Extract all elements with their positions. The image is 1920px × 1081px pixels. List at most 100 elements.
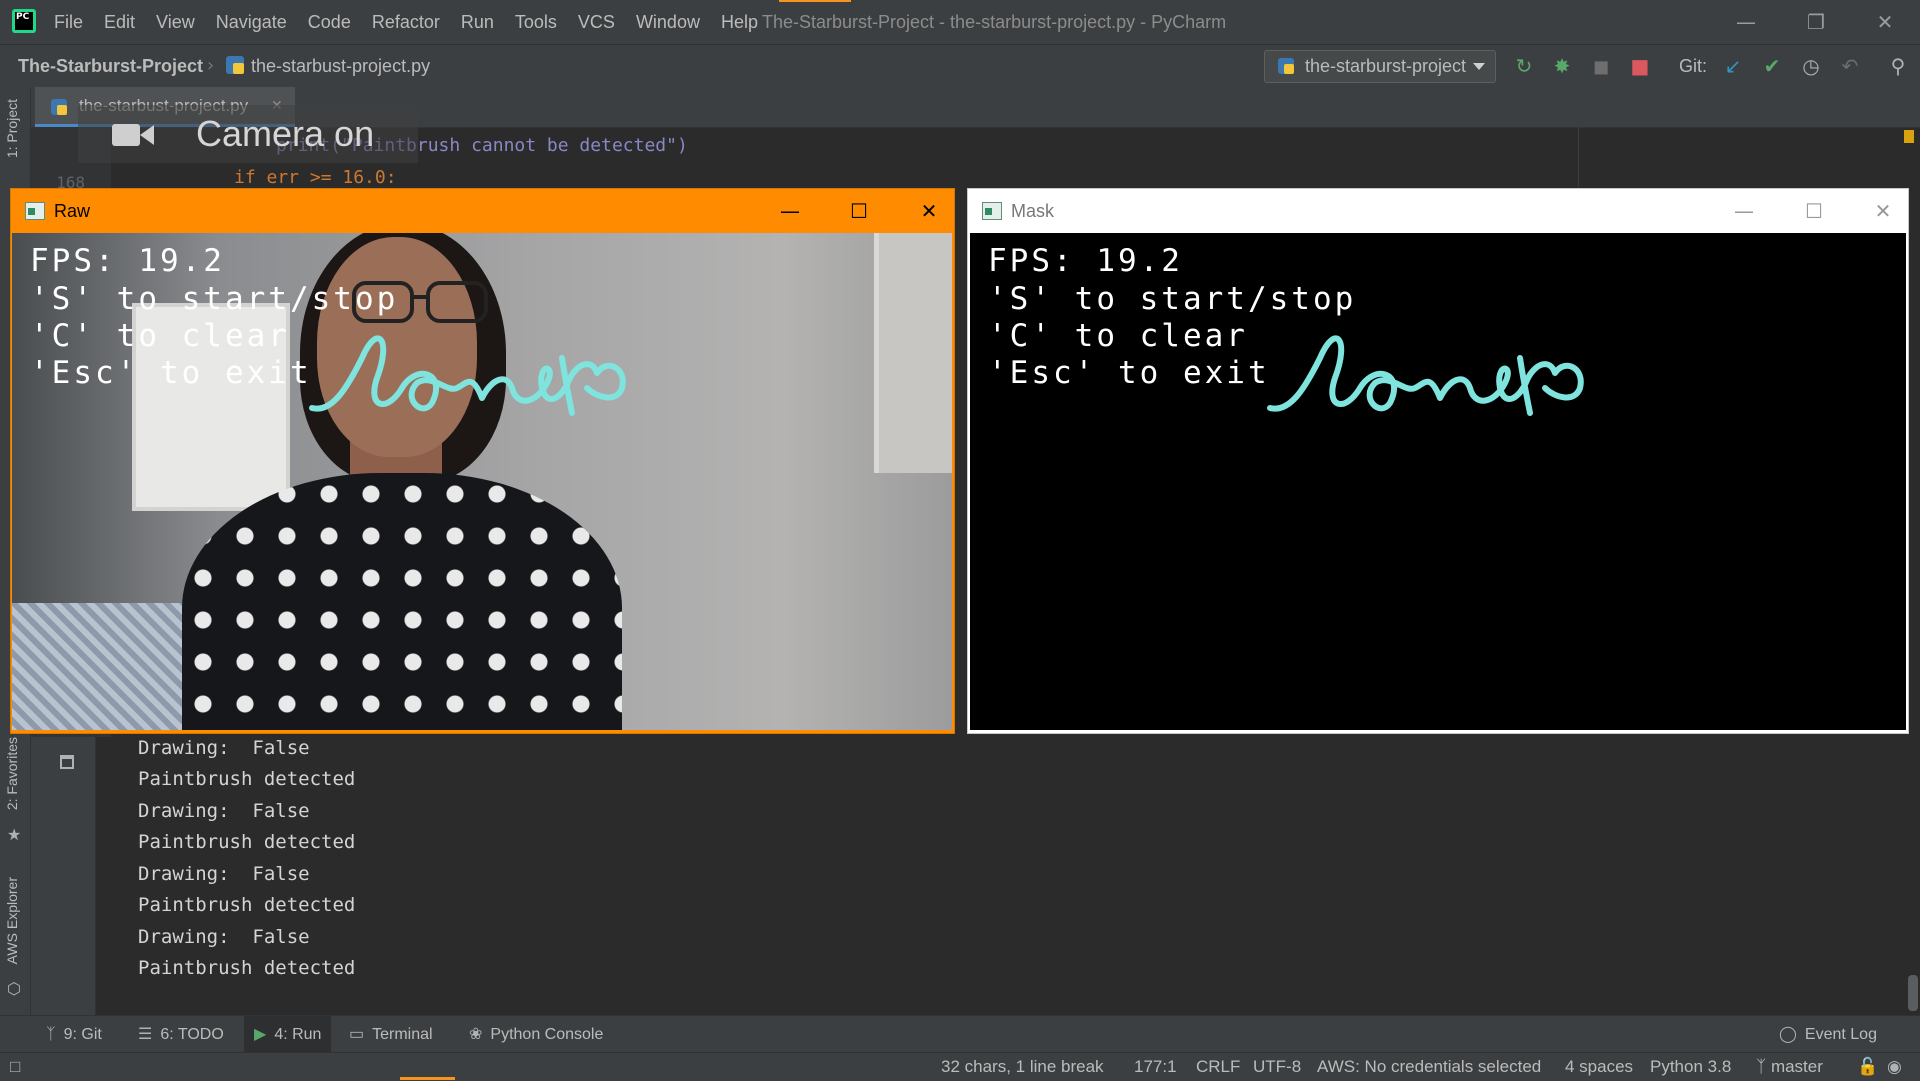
selection-info: 32 chars, 1 line break <box>941 1057 1104 1076</box>
minimize-icon[interactable]: — <box>770 189 810 233</box>
debug-bug-icon[interactable]: ✸ <box>1549 53 1575 79</box>
close-icon[interactable]: ✕ <box>1863 189 1903 233</box>
git-branch-icon: ᛉ <box>46 1026 56 1043</box>
git-history-icon[interactable]: ◷ <box>1798 53 1824 79</box>
raw-window[interactable]: Raw — ☐ ✕ FPS: 19.2 'S' to start/stop 'C… <box>10 188 955 734</box>
menu-file[interactable]: File <box>54 12 83 33</box>
line-separator[interactable]: CRLF <box>1196 1053 1240 1081</box>
python-icon <box>1278 58 1294 74</box>
menu-window[interactable]: Window <box>636 12 700 33</box>
maximize-icon[interactable]: ☐ <box>1794 189 1834 233</box>
close-icon[interactable]: ✕ <box>1868 8 1902 36</box>
love-scribble <box>1267 335 1584 416</box>
console-line: Paintbrush detected <box>138 957 356 979</box>
caret-position[interactable]: 177:1 <box>1134 1053 1177 1081</box>
console-line: Drawing: False <box>138 926 310 948</box>
fps-overlay: FPS: 19.2 <box>30 243 225 279</box>
breadcrumb-separator-icon: › <box>207 55 215 76</box>
git-update-icon[interactable]: ↙ <box>1720 53 1746 79</box>
breadcrumb-project[interactable]: The-Starburst-Project <box>18 45 203 87</box>
start-stop-hint: 'S' to start/stop <box>30 281 399 317</box>
python-interpreter[interactable]: Python 3.8 <box>1650 1053 1731 1081</box>
event-log-icon: ◯ <box>1779 1026 1797 1043</box>
tab-python-console[interactable]: ❀ Python Console <box>469 1016 603 1053</box>
menu-bar: PC File Edit View Navigate Code Refactor… <box>0 0 1920 44</box>
pycharm-logo-icon: PC <box>12 9 36 33</box>
coverage-icon[interactable]: ◼ <box>1588 53 1614 79</box>
run-configuration-label: the-starburst-project <box>1305 56 1467 76</box>
tab-favorites[interactable]: 2: Favorites <box>4 737 20 810</box>
maximize-icon[interactable]: ☐ <box>839 189 879 233</box>
tab-git[interactable]: ᛉ 9: Git <box>46 1016 102 1053</box>
stop-icon[interactable]: ■ <box>1627 53 1653 79</box>
mask-window[interactable]: Mask — ☐ ✕ FPS: 19.2 'S' to start/stop '… <box>967 188 1909 734</box>
status-bar: □ 32 chars, 1 line break 177:1 CRLF UTF-… <box>0 1052 1920 1081</box>
trash-icon[interactable] <box>60 755 74 769</box>
drawn-stroke <box>1267 335 1584 416</box>
tab-python-console-label: Python Console <box>490 1026 604 1043</box>
git-branch[interactable]: ᛉ master <box>1756 1053 1823 1081</box>
progress-strip <box>779 0 851 2</box>
menu-edit[interactable]: Edit <box>104 12 135 33</box>
tab-event-log-label: Event Log <box>1804 1026 1877 1043</box>
tab-project[interactable]: 1: Project <box>4 99 20 158</box>
menu-view[interactable]: View <box>156 12 195 33</box>
git-commit-icon[interactable]: ✔ <box>1759 53 1785 79</box>
minimize-icon[interactable]: — <box>1724 189 1764 233</box>
restore-icon[interactable]: ❐ <box>1799 8 1833 36</box>
window-title: The-Starburst-Project - the-starburst-pr… <box>762 12 1227 32</box>
warning-marker[interactable] <box>1904 130 1914 143</box>
mask-window-title: Mask <box>1011 201 1055 221</box>
clear-hint: 'C' to clear <box>988 318 1248 354</box>
git-label: Git: <box>1679 56 1708 76</box>
console-line: Paintbrush detected <box>138 831 356 853</box>
console-line: Drawing: False <box>138 800 310 822</box>
toggle-tool-windows-icon[interactable]: □ <box>10 1053 20 1081</box>
menu-help[interactable]: Help <box>721 12 758 33</box>
fps-overlay: FPS: 19.2 <box>988 243 1183 279</box>
close-icon[interactable]: ✕ <box>909 189 949 233</box>
terminal-icon: ▭ <box>349 1026 365 1043</box>
rerun-icon[interactable]: ↻ <box>1511 53 1537 79</box>
tab-git-label: 9: Git <box>63 1026 102 1043</box>
tab-terminal[interactable]: ▭ Terminal <box>349 1016 433 1053</box>
tab-todo[interactable]: ☰ 6: TODO <box>138 1016 224 1053</box>
menu-code[interactable]: Code <box>308 12 351 33</box>
star-icon: ★ <box>7 825 22 844</box>
console-line: Paintbrush detected <box>138 894 356 916</box>
tab-event-log[interactable]: ◯ Event Log <box>1779 1016 1877 1053</box>
tab-aws-explorer[interactable]: AWS Explorer <box>4 877 20 964</box>
bottom-tool-tabs: ᛉ 9: Git ☰ 6: TODO ▶ 4: Run ▭ Terminal ❀ Pyth… <box>0 1015 1920 1053</box>
console-line: Paintbrush detected <box>138 768 356 790</box>
git-branch-icon: ᛉ <box>1756 1057 1771 1076</box>
indent-setting[interactable]: 4 spaces <box>1565 1053 1633 1081</box>
run-configuration-select[interactable]: the-starburst-project <box>1264 50 1496 83</box>
chevron-down-icon <box>1473 63 1485 70</box>
menu-refactor[interactable]: Refactor <box>372 12 440 33</box>
python-file-icon <box>51 99 67 115</box>
git-rollback-icon[interactable]: ↶ <box>1837 53 1863 79</box>
tab-run[interactable]: ▶ 4: Run <box>244 1016 332 1053</box>
lock-icon[interactable]: 🔓 <box>1857 1053 1878 1081</box>
tab-todo-label: 6: TODO <box>160 1026 224 1043</box>
navigation-bar: The-Starburst-Project › the-starbust-pro… <box>0 44 1920 88</box>
git-branch-label: master <box>1770 1057 1823 1076</box>
console-scrollbar[interactable] <box>1908 975 1918 1011</box>
raw-camera-frame: FPS: 19.2 'S' to start/stop 'C' to clear… <box>12 233 952 730</box>
breadcrumb-file[interactable]: the-starbust-project.py <box>251 45 430 87</box>
camera-notification-text: Camera on <box>196 113 375 154</box>
minimize-icon[interactable]: — <box>1729 8 1763 36</box>
aws-cube-icon: ⬡ <box>7 979 21 998</box>
menu-tools[interactable]: Tools <box>515 12 557 33</box>
python-console-icon: ❀ <box>469 1026 483 1043</box>
menu-run[interactable]: Run <box>461 12 494 33</box>
memory-indicator-icon[interactable]: ◉ <box>1887 1053 1902 1081</box>
file-encoding[interactable]: UTF-8 <box>1253 1053 1301 1081</box>
drawn-stroke <box>309 335 626 416</box>
aws-connection[interactable]: AWS: No credentials selected <box>1317 1053 1541 1081</box>
code-line[interactable]: if err >= 16.0: <box>234 167 397 188</box>
search-icon[interactable]: ⚲ <box>1885 53 1911 79</box>
menu-navigate[interactable]: Navigate <box>216 12 287 33</box>
opencv-window-icon <box>25 202 45 220</box>
menu-vcs[interactable]: VCS <box>578 12 615 33</box>
